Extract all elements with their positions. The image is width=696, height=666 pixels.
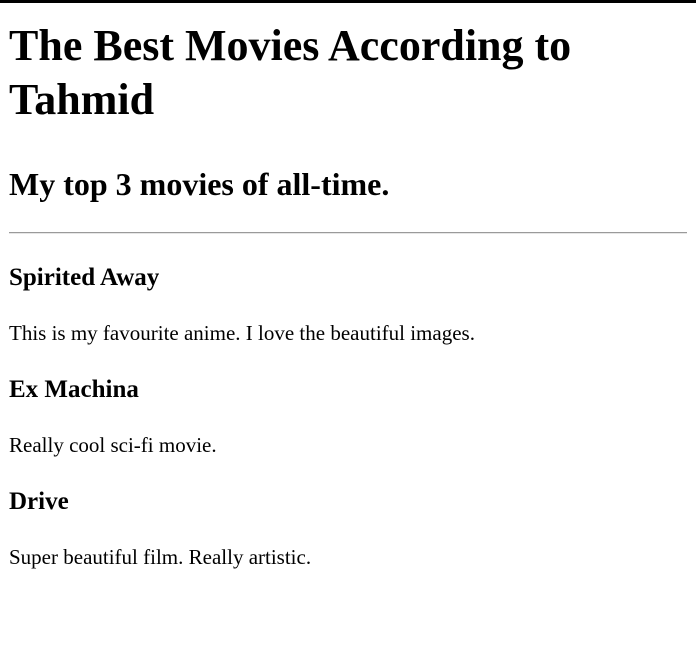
movie-item: Ex Machina Really cool sci-fi movie. — [9, 375, 687, 458]
movie-title: Drive — [9, 488, 69, 515]
movie-title: Spirited Away — [9, 264, 160, 291]
page-subtitle: My top 3 movies of all-time. — [9, 166, 390, 202]
movie-title: Ex Machina — [9, 376, 139, 403]
divider — [9, 232, 687, 234]
movie-description: Super beautiful film. Really artistic. — [9, 545, 312, 569]
movie-item: Drive Super beautiful film. Really artis… — [9, 487, 687, 570]
movie-description: Really cool sci-fi movie. — [9, 433, 217, 457]
page-title: The Best Movies According to Tahmid — [9, 21, 572, 124]
movie-description: This is my favourite anime. I love the b… — [9, 321, 475, 345]
page-content: The Best Movies According to Tahmid My t… — [0, 19, 696, 570]
movie-item: Spirited Away This is my favourite anime… — [9, 263, 687, 346]
